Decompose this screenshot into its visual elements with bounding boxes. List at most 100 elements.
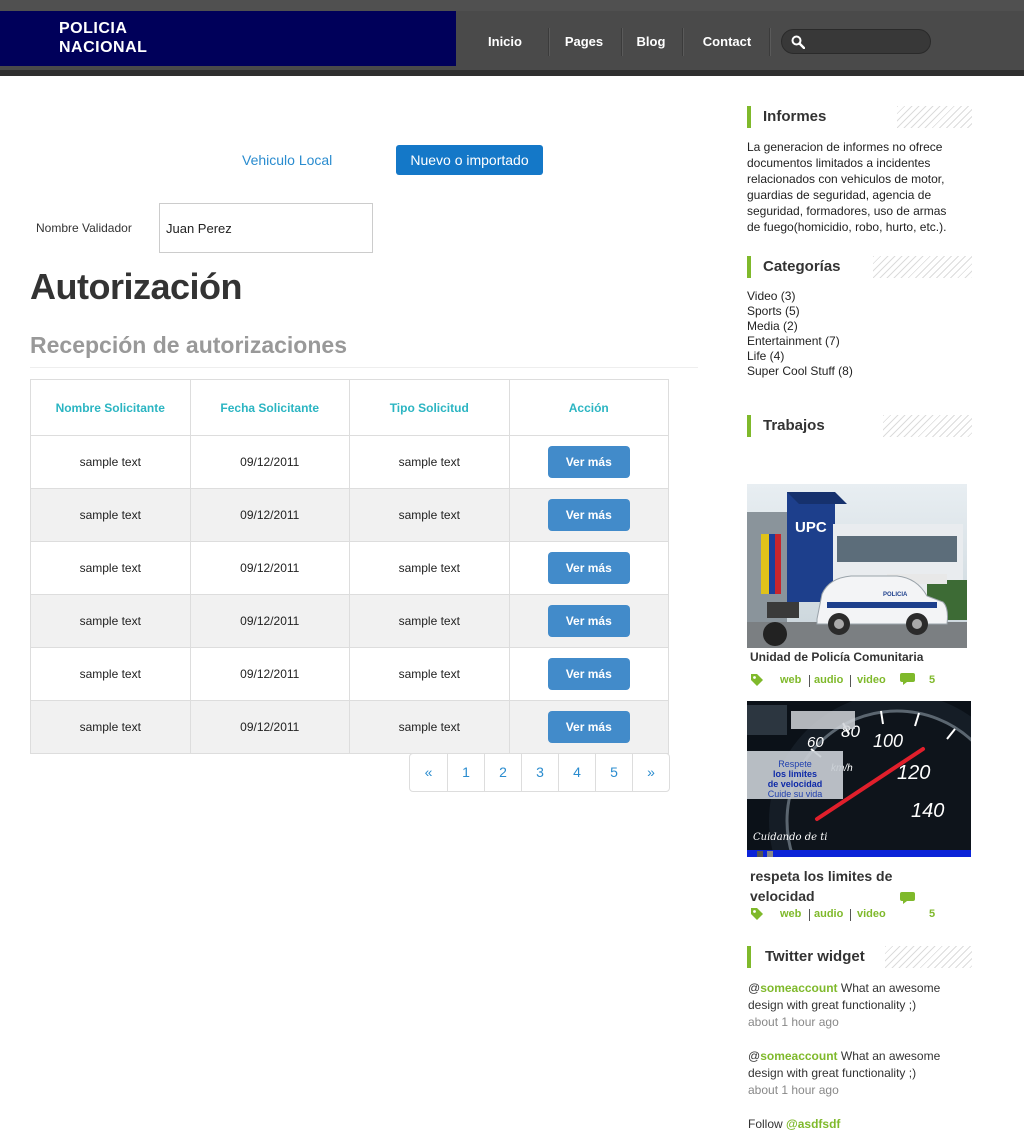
- search-input[interactable]: [812, 33, 922, 50]
- nav-inicio[interactable]: Inicio: [478, 28, 532, 56]
- cell-accion: Ver más: [508, 700, 669, 754]
- nav-pages[interactable]: Pages: [557, 28, 611, 56]
- search-icon[interactable]: [791, 35, 805, 49]
- tag-web[interactable]: web: [780, 674, 801, 686]
- cell-fecha: 09/12/2011: [189, 488, 350, 542]
- trabajos-title: Trabajos: [763, 417, 825, 434]
- ver-mas-button[interactable]: Ver más: [547, 658, 630, 690]
- pagination: « 1 2 3 4 5 »: [409, 753, 670, 792]
- twitter-heading: Twitter widget: [747, 946, 972, 968]
- col-fecha-solicitante[interactable]: Fecha Solicitante: [189, 379, 350, 436]
- category-item-entertainment[interactable]: Entertainment (7): [747, 334, 853, 349]
- nuevo-importado-button[interactable]: Nuevo o importado: [396, 145, 543, 175]
- nav-divider: [621, 28, 622, 56]
- vehiculo-local-link[interactable]: Vehiculo Local: [242, 152, 332, 168]
- header-top-strip: [0, 0, 1024, 11]
- work-tags-velocidad: web audio video 5: [750, 907, 970, 923]
- pagination-page-4[interactable]: 4: [558, 754, 595, 791]
- tag-video[interactable]: video: [857, 674, 886, 686]
- pagination-page-1[interactable]: 1: [447, 754, 484, 791]
- nav-divider: [548, 28, 549, 56]
- page-subtitle: Recepción de autorizaciones: [30, 332, 347, 358]
- upc-sign-text: UPC: [795, 519, 827, 536]
- table-row: sample text 09/12/2011 sample text Ver m…: [30, 541, 669, 595]
- site-header: POLICIA NACIONAL Inicio Pages Blog Conta…: [0, 0, 1024, 76]
- nav-contact[interactable]: Contact: [697, 28, 757, 56]
- cell-accion: Ver más: [508, 647, 669, 701]
- upc-photo[interactable]: UPC POLICIA: [747, 484, 967, 648]
- tweet-item: @someaccount What an awesome design with…: [748, 980, 968, 1031]
- tag-web[interactable]: web: [780, 908, 801, 920]
- validador-label: Nombre Validador: [36, 221, 132, 235]
- ver-mas-button[interactable]: Ver más: [547, 552, 630, 584]
- cell-nombre: sample text: [30, 488, 191, 542]
- work-tags-upc: web audio video 5: [750, 673, 970, 689]
- cell-accion: Ver más: [508, 541, 669, 595]
- cell-fecha: 09/12/2011: [189, 594, 350, 648]
- tweet-timestamp[interactable]: about 1 hour ago: [748, 1015, 839, 1029]
- tag-separator: [809, 909, 810, 921]
- tag-audio[interactable]: audio: [814, 908, 843, 920]
- nav-blog[interactable]: Blog: [630, 28, 672, 56]
- cell-fecha: 09/12/2011: [189, 541, 350, 595]
- ver-mas-button[interactable]: Ver más: [547, 711, 630, 743]
- cell-tipo: sample text: [349, 700, 510, 754]
- informes-text: La generacion de informes no ofrece docu…: [747, 140, 947, 234]
- car-decal-text: POLICIA: [883, 592, 908, 598]
- tweet-item: @someaccount What an awesome design with…: [748, 1048, 968, 1099]
- heading-hatch-decoration: [897, 106, 972, 128]
- category-item-sports[interactable]: Sports (5): [747, 304, 853, 319]
- category-item-media[interactable]: Media (2): [747, 319, 853, 334]
- heading-hatch-decoration: [883, 415, 972, 437]
- page-title: Autorización: [30, 266, 243, 307]
- cell-nombre: sample text: [30, 541, 191, 595]
- cell-tipo: sample text: [349, 488, 510, 542]
- col-tipo-solicitud[interactable]: Tipo Solicitud: [349, 379, 510, 436]
- col-nombre-solicitante[interactable]: Nombre Solicitante: [30, 379, 191, 436]
- pagination-page-5[interactable]: 5: [595, 754, 632, 791]
- work-title-velocidad[interactable]: respeta los limites de velocidad: [750, 866, 920, 906]
- tag-separator: [850, 909, 851, 921]
- ver-mas-button[interactable]: Ver más: [547, 605, 630, 637]
- tag-video[interactable]: video: [857, 908, 886, 920]
- table-row: sample text 09/12/2011 sample text Ver m…: [30, 647, 669, 701]
- tweet-account-link[interactable]: someaccount: [760, 981, 837, 995]
- heading-accent-bar: [747, 946, 751, 968]
- tweet-timestamp[interactable]: about 1 hour ago: [748, 1083, 839, 1097]
- cell-tipo: sample text: [349, 541, 510, 595]
- comment-icon: [900, 673, 915, 685]
- dial-140: 140: [911, 800, 944, 822]
- trabajos-heading: Trabajos: [747, 415, 972, 437]
- ad-line-4: Cuide su vida: [768, 789, 823, 799]
- cell-tipo: sample text: [349, 594, 510, 648]
- informes-heading: Informes: [747, 106, 972, 128]
- tag-audio[interactable]: audio: [814, 674, 843, 686]
- ver-mas-button[interactable]: Ver más: [547, 446, 630, 478]
- col-accion[interactable]: Acción: [508, 379, 669, 436]
- work-title-upc[interactable]: Unidad de Policía Comunitaria: [750, 650, 923, 664]
- validador-input[interactable]: [159, 203, 373, 253]
- heading-hatch-decoration: [873, 256, 972, 278]
- comment-count[interactable]: 5: [929, 674, 935, 686]
- table-row: sample text 09/12/2011 sample text Ver m…: [30, 435, 669, 489]
- cell-fecha: 09/12/2011: [189, 647, 350, 701]
- ver-mas-button[interactable]: Ver más: [547, 499, 630, 531]
- velocidad-photo[interactable]: 60 80 100 120 140 km/h Respete los limit…: [747, 701, 971, 857]
- follow-account-link[interactable]: @asdfsdf: [786, 1117, 840, 1131]
- pagination-page-3[interactable]: 3: [521, 754, 558, 791]
- tag-icon: [751, 674, 763, 686]
- search-box[interactable]: [781, 29, 931, 54]
- heading-accent-bar: [747, 256, 751, 278]
- ad-line-3: de velocidad: [768, 779, 823, 789]
- tweet-account-link[interactable]: someaccount: [760, 1049, 837, 1063]
- comment-count[interactable]: 5: [929, 908, 935, 920]
- category-item-video[interactable]: Video (3): [747, 289, 853, 304]
- category-item-life[interactable]: Life (4): [747, 349, 853, 364]
- categorias-title: Categorías: [763, 258, 841, 275]
- pagination-page-2[interactable]: 2: [484, 754, 521, 791]
- cell-fecha: 09/12/2011: [189, 700, 350, 754]
- pagination-next[interactable]: »: [632, 754, 669, 791]
- follow-prefix: Follow: [748, 1117, 787, 1131]
- category-item-super-cool-stuff[interactable]: Super Cool Stuff (8): [747, 364, 853, 379]
- pagination-prev[interactable]: «: [410, 754, 447, 791]
